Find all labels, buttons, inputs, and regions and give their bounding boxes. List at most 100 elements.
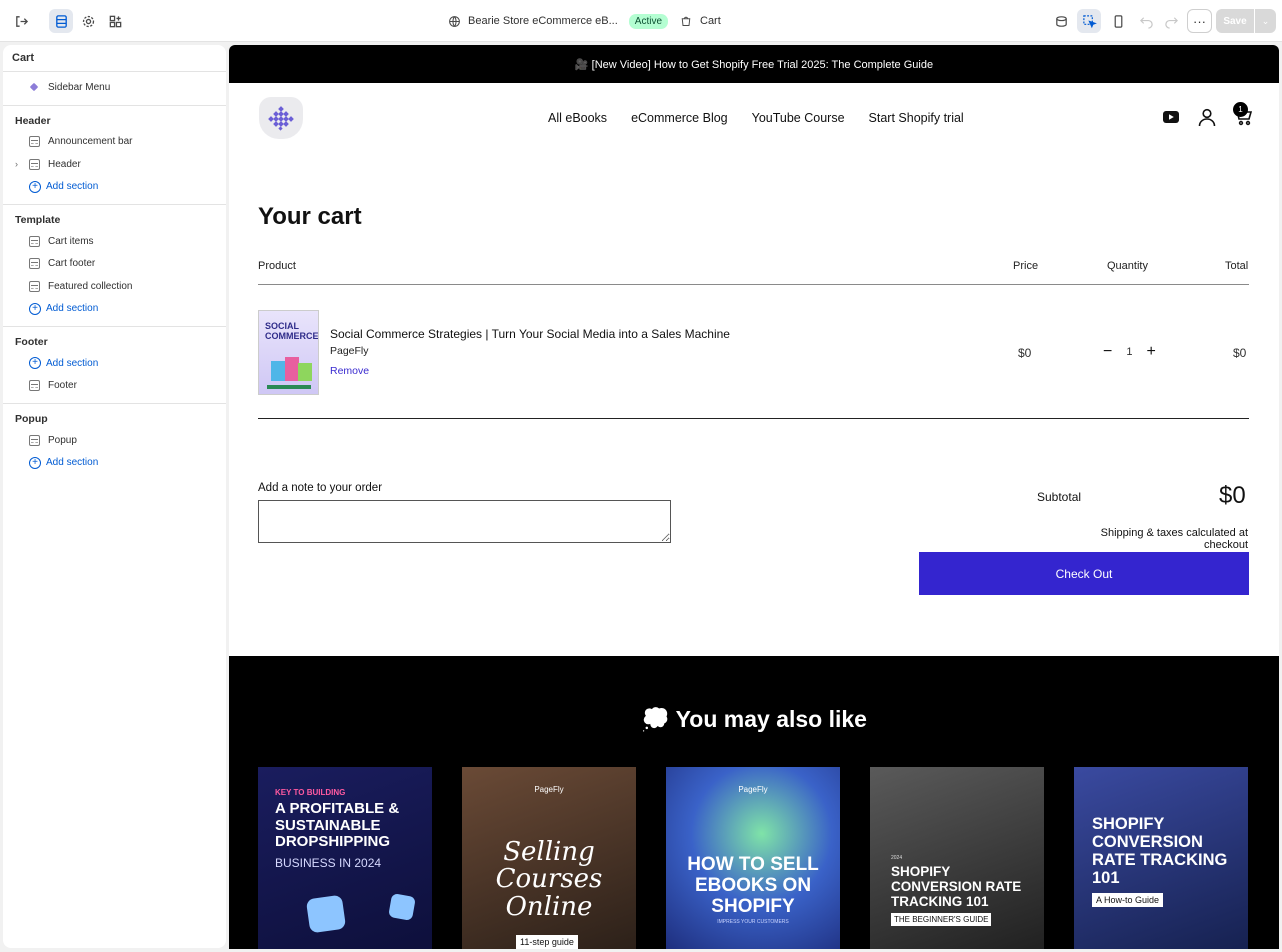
sidebar-item-popup[interactable]: Popup	[3, 429, 226, 452]
product-card[interactable]: KEY TO BUILDING A PROFITABLE & SUSTAINAB…	[258, 767, 432, 949]
page-selector[interactable]: Cart	[680, 10, 721, 32]
store-selector[interactable]: Bearie Store eCommerce eB... Active	[448, 10, 669, 32]
add-section-button[interactable]: + Add section	[3, 352, 226, 375]
sidebar-group-top: Sidebar Menu	[3, 72, 226, 106]
card-subtitle: BUSINESS IN 2024	[275, 856, 382, 870]
add-section-button[interactable]: + Add section	[3, 452, 226, 475]
nav-item-start-shopify-trial[interactable]: Start Shopify trial	[869, 111, 964, 125]
order-note-input[interactable]	[258, 500, 671, 543]
main-nav: All eBooks eCommerce Blog YouTube Course…	[548, 111, 964, 125]
product-price: $0	[1018, 346, 1032, 360]
sidebar-item-announcement-bar[interactable]: Announcement bar	[3, 131, 226, 154]
sidebar-group-header: Header Announcement bar › Header + Add s…	[3, 106, 226, 205]
minus-icon[interactable]: −	[1103, 344, 1112, 360]
add-section-label: Add section	[46, 181, 99, 193]
plus-icon[interactable]: +	[1146, 344, 1155, 360]
announcement-bar[interactable]: 🎥 [New Video] How to Get Shopify Free Tr…	[229, 45, 1279, 83]
sidebar-group-footer: Footer + Add section Footer	[3, 327, 226, 404]
section-icon	[29, 434, 40, 446]
add-section-button[interactable]: + Add section	[3, 298, 226, 321]
nav-item-all-ebooks[interactable]: All eBooks	[548, 111, 607, 125]
featured-collection-section: 💭 You may also like KEY TO BUILDING A PR…	[229, 656, 1279, 949]
apps-icon[interactable]	[103, 9, 127, 33]
checkout-button[interactable]: Check Out	[919, 552, 1249, 595]
sidebar-item-sidebar-menu[interactable]: Sidebar Menu	[3, 76, 226, 99]
plus-circle-icon: +	[29, 302, 41, 315]
nav-item-youtube-course[interactable]: YouTube Course	[752, 111, 845, 125]
status-badge: Active	[628, 13, 669, 29]
section-title: 💭 You may also like	[641, 706, 867, 732]
section-icon	[29, 158, 40, 170]
quantity-value[interactable]: 1	[1126, 346, 1132, 358]
header-icons: 1	[1161, 102, 1253, 127]
select-element-icon[interactable]	[1077, 9, 1101, 33]
card-subtitle: IMPRESS YOUR CUSTOMERS	[717, 919, 789, 925]
group-title: Header	[15, 114, 51, 127]
col-price: Price	[1013, 260, 1039, 272]
sidebar-item-label: Cart footer	[48, 258, 96, 270]
section-icon	[29, 258, 40, 270]
sidebar-item-header[interactable]: › Header	[3, 153, 226, 176]
exit-icon[interactable]	[9, 9, 33, 33]
remove-link[interactable]: Remove	[330, 365, 369, 377]
redo-icon[interactable]	[1159, 9, 1183, 33]
card-tag: A How-to Guide	[1092, 893, 1164, 907]
more-actions-button[interactable]: ···	[1187, 9, 1212, 33]
product-thumbnail[interactable]: SOCIAL COMMERCE	[258, 310, 319, 395]
page-title: Your cart	[258, 203, 362, 230]
product-card[interactable]: PageFly HOW TO SELL EBOOKS ON SHOPIFY IM…	[666, 767, 840, 949]
account-icon[interactable]	[1197, 107, 1217, 127]
sidebar-item-featured-collection[interactable]: Featured collection	[3, 275, 226, 298]
cart-count-badge: 1	[1233, 102, 1248, 117]
nav-item-ecommerce-blog[interactable]: eCommerce Blog	[631, 111, 728, 125]
gear-icon[interactable]	[76, 9, 100, 33]
chevron-right-icon[interactable]: ›	[15, 159, 18, 169]
product-vendor: PageFly	[330, 345, 369, 357]
editor-topbar: Bearie Store eCommerce eB... Active Cart…	[0, 0, 1282, 42]
youtube-icon[interactable]	[1161, 107, 1181, 127]
sidebar-item-cart-items[interactable]: Cart items	[3, 230, 226, 253]
quantity-stepper: − 1 +	[1103, 344, 1156, 360]
plus-circle-icon: +	[29, 180, 41, 193]
product-card[interactable]: SHOPIFY CONVERSION RATE TRACKING 101 A H…	[1074, 767, 1248, 949]
bag-shape	[271, 361, 285, 381]
sidebar-item-label: Header	[48, 158, 81, 170]
save-dropdown-button[interactable]: ⌄	[1255, 9, 1276, 33]
globe-icon	[449, 15, 460, 27]
col-product: Product	[258, 260, 296, 272]
inspector-icon[interactable]	[1049, 9, 1073, 33]
product-total: $0	[1233, 346, 1247, 360]
sidebar-title: Cart	[3, 45, 226, 72]
undo-icon[interactable]	[1134, 9, 1158, 33]
product-card[interactable]: PageFly Selling Courses Online 11-step g…	[462, 767, 636, 949]
add-section-label: Add section	[46, 303, 99, 315]
announcement-text[interactable]: 🎥 [New Video] How to Get Shopify Free Tr…	[575, 58, 933, 71]
bag-icon	[681, 16, 691, 26]
card-brand: PageFly	[534, 785, 564, 794]
card-title: SHOPIFY CONVERSION RATE TRACKING 101	[891, 864, 1022, 909]
col-total: Total	[1225, 260, 1249, 272]
order-note-label: Add a note to your order	[258, 482, 383, 494]
group-title: Popup	[15, 413, 48, 425]
product-name[interactable]: Social Commerce Strategies | Turn Your S…	[330, 327, 730, 341]
add-section-button[interactable]: + Add section	[3, 176, 226, 199]
bag-shape	[298, 363, 312, 381]
sidebar-item-cart-footer[interactable]: Cart footer	[3, 253, 226, 276]
product-card[interactable]: 2024 SHOPIFY CONVERSION RATE TRACKING 10…	[870, 767, 1044, 949]
app-block-icon	[29, 82, 40, 93]
store-preview: 🎥 [New Video] How to Get Shopify Free Tr…	[229, 45, 1279, 949]
sections-sidebar: Cart Sidebar Menu Header Announcement ba…	[3, 45, 226, 948]
cart-item-row: SOCIAL COMMERCE Social Commerce Strategi…	[258, 309, 1249, 419]
shipping-note: Shipping & taxes calculated at checkout	[1100, 527, 1248, 551]
chevron-down-icon: ⌄	[1261, 15, 1270, 26]
sections-icon[interactable]	[49, 9, 73, 33]
section-icon	[29, 280, 40, 292]
sidebar-item-footer[interactable]: Footer	[3, 375, 226, 398]
sidebar-group-template: Template Cart items Cart footer Featured…	[3, 205, 226, 327]
site-header: All eBooks eCommerce Blog YouTube Course…	[229, 83, 1279, 183]
save-button[interactable]: Save	[1216, 9, 1254, 33]
group-title: Template	[15, 214, 61, 226]
card-brand: PageFly	[738, 785, 768, 794]
mobile-preview-icon[interactable]	[1106, 9, 1130, 33]
store-logo[interactable]	[259, 97, 303, 139]
